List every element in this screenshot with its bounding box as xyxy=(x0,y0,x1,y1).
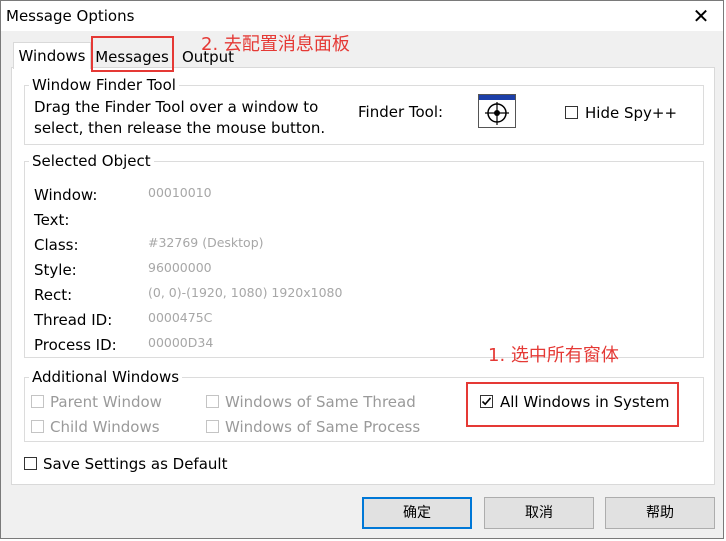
window-title: Message Options xyxy=(6,7,135,25)
ok-button[interactable]: 确定 xyxy=(362,497,472,529)
same-process-checkbox[interactable] xyxy=(206,420,219,433)
window-label: Window: xyxy=(34,186,98,204)
selected-object-group-label: Selected Object xyxy=(29,152,154,170)
process-id-value: 00000D34 xyxy=(148,335,214,350)
window-value: 00010010 xyxy=(148,185,212,200)
finder-group-label: Window Finder Tool xyxy=(29,76,179,94)
process-id-label: Process ID: xyxy=(34,336,117,354)
child-windows-label: Child Windows xyxy=(50,418,160,436)
rect-value: (0, 0)-(1920, 1080) 1920x1080 xyxy=(148,285,343,300)
text-label: Text: xyxy=(34,211,70,229)
same-process-label: Windows of Same Process xyxy=(225,418,421,436)
thread-id-value: 0000475C xyxy=(148,310,213,325)
finder-instructions-line2: select, then release the mouse button. xyxy=(34,119,326,137)
rect-label: Rect: xyxy=(34,286,73,304)
all-windows-highlight xyxy=(466,382,679,427)
close-button[interactable]: ✕ xyxy=(686,3,716,29)
class-value: #32769 (Desktop) xyxy=(148,235,264,250)
save-settings-checkbox[interactable] xyxy=(24,457,37,470)
finder-tool-label: Finder Tool: xyxy=(358,103,444,121)
same-thread-label: Windows of Same Thread xyxy=(225,393,416,411)
cancel-button[interactable]: 取消 xyxy=(484,497,594,529)
hide-spy-checkbox[interactable] xyxy=(565,106,578,119)
thread-id-label: Thread ID: xyxy=(34,311,113,329)
help-button[interactable]: 帮助 xyxy=(605,497,715,529)
parent-window-checkbox[interactable] xyxy=(31,395,44,408)
annotation-step2: 2. 去配置消息面板 xyxy=(201,34,350,55)
additional-windows-group-label: Additional Windows xyxy=(29,368,183,386)
selected-object-group xyxy=(24,161,704,358)
crosshair-finder-icon[interactable] xyxy=(478,94,516,128)
child-windows-checkbox[interactable] xyxy=(31,420,44,433)
same-thread-checkbox[interactable] xyxy=(206,395,219,408)
finder-instructions-line1: Drag the Finder Tool over a window to xyxy=(34,98,319,116)
hide-spy-label: Hide Spy++ xyxy=(585,104,678,122)
save-settings-label: Save Settings as Default xyxy=(43,455,228,473)
messages-tab-highlight xyxy=(91,36,174,72)
style-label: Style: xyxy=(34,261,77,279)
parent-window-label: Parent Window xyxy=(50,393,162,411)
style-value: 96000000 xyxy=(148,260,212,275)
class-label: Class: xyxy=(34,236,79,254)
annotation-step1: 1. 选中所有窗体 xyxy=(488,345,619,366)
tab-windows[interactable]: Windows xyxy=(13,42,91,69)
